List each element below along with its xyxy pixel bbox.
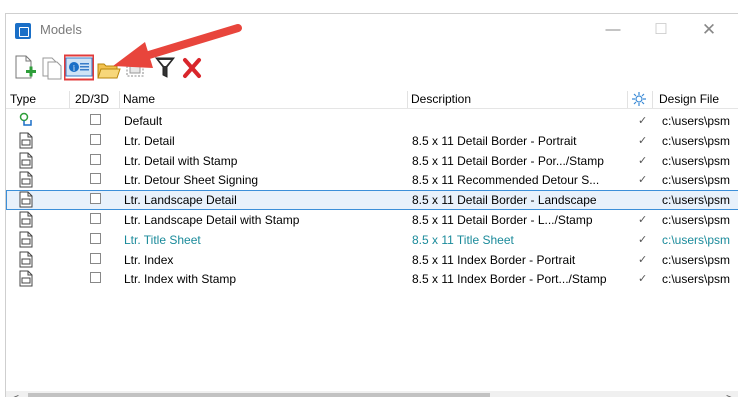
model-description: 8.5 x 11 Detail Border - Portrait [412, 133, 577, 148]
2d3d-checkbox[interactable] [90, 133, 101, 145]
table-row-selected[interactable]: Ltr. Landscape Detail 8.5 x 11 Detail Bo… [6, 190, 738, 210]
2d3d-checkbox[interactable] [90, 193, 101, 205]
column-type[interactable]: Type [10, 92, 36, 106]
design-file: c:\users\psm [662, 193, 731, 208]
2d3d-checkbox[interactable] [90, 272, 101, 284]
sheet-model-icon [19, 251, 33, 268]
model-name: Ltr. Detail with Stamp [124, 153, 238, 168]
design-file: c:\users\psm [662, 153, 731, 168]
model-description: 8.5 x 11 Index Border - Portrait [412, 252, 576, 267]
table-row[interactable]: Default ✓ c:\users\psm [6, 111, 738, 131]
sheet-model-icon [19, 132, 33, 149]
maximize-button[interactable]: ☐ [638, 17, 684, 43]
table-row[interactable]: Ltr. Index 8.5 x 11 Index Border - Portr… [6, 250, 738, 270]
window-title: Models [40, 22, 82, 37]
model-description: 8.5 x 11 Detail Border - Por.../Stamp [412, 153, 604, 168]
scroll-left-button[interactable]: < [12, 391, 19, 397]
2d3d-checkbox[interactable] [90, 114, 101, 125]
column-header-row: Type 2D/3D Name Description Design File [6, 91, 738, 109]
active-check: ✓ [638, 174, 648, 187]
minimize-button[interactable]: — [590, 17, 636, 43]
models-app-icon [15, 23, 31, 39]
design-file: c:\users\psm [662, 232, 731, 247]
model-name: Ltr. Index [124, 252, 174, 267]
horizontal-scrollbar[interactable]: < > [6, 391, 738, 397]
active-check: ✓ [638, 253, 648, 266]
model-name: Ltr. Landscape Detail [124, 193, 237, 208]
table-row[interactable]: Ltr. Detail 8.5 x 11 Detail Border - Por… [6, 131, 738, 151]
create-model-icon [15, 55, 36, 79]
active-check: ✓ [638, 154, 648, 167]
sheet-model-icon [19, 270, 33, 287]
column-2d3d[interactable]: 2D/3D [75, 92, 109, 106]
model-list: Default ✓ c:\users\psm Ltr. Detail 8.5 x… [6, 111, 738, 289]
model-name: Ltr. Index with Stamp [124, 272, 237, 287]
active-column[interactable] [631, 91, 647, 110]
copy-model-button[interactable] [40, 52, 64, 82]
table-row-active[interactable]: Ltr. Title Sheet 8.5 x 11 Title Sheet ✓ … [6, 230, 738, 250]
design-file: c:\users\psm [662, 114, 731, 128]
active-check: ✓ [638, 213, 648, 226]
model-description: 8.5 x 11 Recommended Detour S... [412, 173, 600, 188]
model-description: 8.5 x 11 Detail Border - Landscape [412, 193, 597, 208]
model-properties-button[interactable]: i [63, 52, 95, 82]
model-name: Ltr. Detour Sheet Signing [124, 173, 259, 188]
sheet-model-icon [19, 211, 33, 228]
close-button[interactable]: ✕ [686, 17, 732, 43]
2d3d-checkbox[interactable] [90, 173, 101, 185]
model-description: 8.5 x 11 Detail Border - L.../Stamp [412, 212, 593, 227]
design-file: c:\users\psm [662, 133, 731, 148]
2d3d-checkbox[interactable] [90, 232, 101, 244]
2d3d-checkbox[interactable] [90, 252, 101, 264]
sun-icon [632, 92, 646, 106]
table-row[interactable]: Ltr. Index with Stamp 8.5 x 11 Index Bor… [6, 269, 738, 289]
model-name: Ltr. Detail [124, 133, 175, 148]
active-check: ✓ [638, 233, 648, 246]
sheet-model-icon [19, 171, 33, 188]
column-divider[interactable] [119, 91, 120, 108]
models-dialog: Models — ☐ ✕ i Type 2D/3D Name Descripti… [5, 13, 738, 397]
model-description: 8.5 x 11 Title Sheet [412, 232, 514, 247]
sheet-model-icon [19, 191, 33, 208]
active-check: ✓ [638, 273, 648, 286]
default-model-icon [19, 112, 32, 126]
table-row[interactable]: Ltr. Landscape Detail with Stamp 8.5 x 1… [6, 210, 738, 230]
sheet-model-icon [19, 152, 33, 169]
column-divider[interactable] [627, 91, 628, 108]
design-file: c:\users\psm [662, 173, 731, 188]
sheet-model-icon [19, 231, 33, 248]
create-model-button[interactable] [12, 52, 38, 82]
design-file: c:\users\psm [662, 212, 731, 227]
model-name: Default [124, 114, 163, 128]
model-name: Ltr. Title Sheet [124, 232, 201, 247]
column-divider[interactable] [407, 91, 408, 108]
model-properties-icon: i [63, 54, 95, 81]
scroll-thumb[interactable] [28, 393, 490, 397]
annotation-arrow [113, 24, 242, 68]
column-name[interactable]: Name [123, 92, 155, 106]
column-divider[interactable] [69, 91, 70, 108]
model-name: Ltr. Landscape Detail with Stamp [124, 212, 300, 227]
active-check: ✓ [638, 134, 648, 147]
table-row[interactable]: Ltr. Detour Sheet Signing 8.5 x 11 Recom… [6, 170, 738, 190]
scroll-right-button[interactable]: > [726, 391, 733, 397]
2d3d-checkbox[interactable] [90, 212, 101, 224]
model-description: 8.5 x 11 Index Border - Port.../Stamp [412, 272, 607, 287]
table-row[interactable]: Ltr. Detail with Stamp 8.5 x 11 Detail B… [6, 151, 738, 171]
active-check: ✓ [638, 115, 648, 127]
column-divider[interactable] [652, 91, 653, 108]
2d3d-checkbox[interactable] [90, 153, 101, 165]
column-description[interactable]: Description [411, 92, 471, 106]
design-file: c:\users\psm [662, 252, 731, 267]
column-design-file[interactable]: Design File [659, 92, 719, 106]
design-file: c:\users\psm [662, 272, 731, 287]
copy-model-icon [42, 57, 62, 80]
